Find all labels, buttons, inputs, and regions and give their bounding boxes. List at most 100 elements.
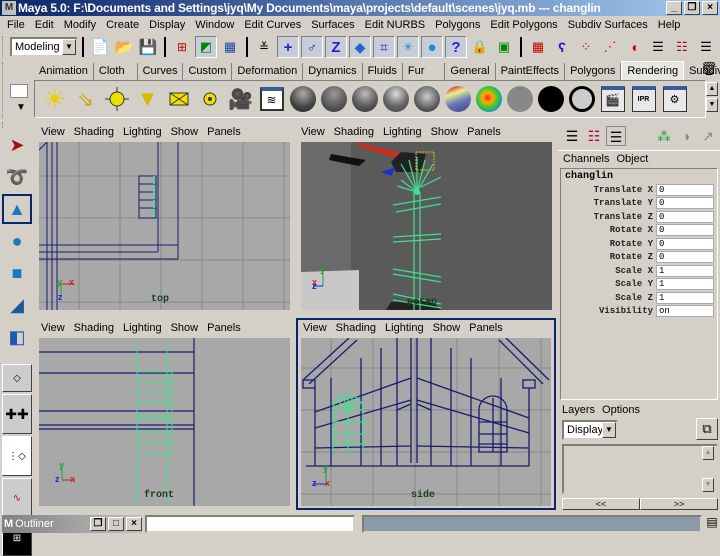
tab-painteffects[interactable]: PaintEffects bbox=[496, 63, 566, 80]
blinn-sphere-icon[interactable] bbox=[288, 84, 318, 114]
separator[interactable] bbox=[520, 37, 522, 57]
menu-window[interactable]: Window bbox=[190, 19, 239, 31]
chevron-down-icon[interactable]: ▼ bbox=[62, 39, 76, 55]
trash-icon[interactable]: 🗑 bbox=[700, 61, 718, 79]
viewport-persp[interactable]: y x z persp bbox=[301, 142, 552, 310]
tab-polygons[interactable]: Polygons bbox=[565, 63, 622, 80]
uv-icon[interactable]: ◖ bbox=[623, 36, 645, 58]
channel-label[interactable]: Translate Z bbox=[561, 212, 656, 222]
menu-show[interactable]: Show bbox=[171, 126, 199, 138]
menu-modify[interactable]: Modify bbox=[59, 19, 101, 31]
lambert-sphere-icon[interactable] bbox=[381, 84, 411, 114]
tab-cloth[interactable]: Cloth bbox=[94, 63, 138, 80]
scroll-down-button[interactable]: ▼ bbox=[706, 98, 718, 112]
tab-animation[interactable]: Animation bbox=[34, 63, 94, 80]
spot-light-icon[interactable]: ▼ bbox=[133, 84, 163, 114]
menu-shading[interactable]: Shading bbox=[334, 126, 374, 138]
select-highlight-icon[interactable]: ▣ bbox=[493, 36, 515, 58]
show-attribute-icon[interactable]: ☷ bbox=[671, 36, 693, 58]
sphere-icon[interactable]: ● bbox=[421, 36, 443, 58]
next-button[interactable]: >> bbox=[640, 498, 718, 510]
magnet-icon[interactable]: ⁘ bbox=[575, 36, 597, 58]
shelf-menu-button[interactable]: ▼ bbox=[10, 84, 32, 118]
viewport-side[interactable]: y z x side bbox=[301, 338, 551, 506]
separator[interactable] bbox=[246, 37, 248, 57]
menu-view[interactable]: View bbox=[41, 126, 65, 138]
help-icon[interactable]: ? bbox=[445, 36, 467, 58]
open-scene-icon[interactable]: 📂 bbox=[113, 36, 135, 58]
layer-scrollbar[interactable]: ▲ ▼ bbox=[702, 446, 716, 492]
close-button[interactable]: × bbox=[702, 1, 718, 15]
menu-options[interactable]: Options bbox=[602, 404, 640, 416]
history-icon[interactable]: ▦ bbox=[527, 36, 549, 58]
channel-value[interactable]: 1 bbox=[656, 278, 714, 291]
show-attribute-icon[interactable]: ☷ bbox=[584, 126, 604, 146]
channel-label[interactable]: Translate Y bbox=[561, 198, 656, 208]
four-pane-icon[interactable]: ✚✚ bbox=[2, 394, 32, 434]
channel-value[interactable]: on bbox=[656, 305, 714, 318]
menu-subdiv-surfaces[interactable]: Subdiv Surfaces bbox=[563, 19, 653, 31]
tab-curves[interactable]: Curves bbox=[138, 63, 184, 80]
snap-grid-icon[interactable]: + bbox=[277, 36, 299, 58]
tab-deformation[interactable]: Deformation bbox=[232, 63, 304, 80]
manipulator-icon[interactable]: ⁂ bbox=[654, 126, 674, 146]
channel-label[interactable]: Rotate Y bbox=[561, 239, 656, 249]
scroll-down-button[interactable]: ▼ bbox=[702, 478, 714, 492]
menu-layers[interactable]: Layers bbox=[562, 404, 595, 416]
chevron-down-icon[interactable]: ▼ bbox=[10, 102, 32, 113]
status-line-grip[interactable] bbox=[2, 36, 6, 58]
channel-value[interactable]: 0 bbox=[656, 224, 714, 237]
menu-display[interactable]: Display bbox=[144, 19, 190, 31]
menu-lighting[interactable]: Lighting bbox=[123, 126, 162, 138]
script-editor-icon[interactable]: ▤ bbox=[704, 515, 720, 533]
scroll-up-button[interactable]: ▲ bbox=[702, 446, 714, 460]
tab-dynamics[interactable]: Dynamics bbox=[303, 63, 363, 80]
pivot-icon[interactable]: ✳ bbox=[397, 36, 419, 58]
snap-point-icon[interactable]: Z bbox=[325, 36, 347, 58]
restore-button[interactable]: ❐ bbox=[90, 517, 106, 531]
show-channels-icon[interactable]: ☰ bbox=[647, 36, 669, 58]
menu-panels[interactable]: Panels bbox=[207, 126, 241, 138]
menu-show[interactable]: Show bbox=[171, 322, 199, 334]
shading-map-icon[interactable] bbox=[505, 84, 535, 114]
separator[interactable] bbox=[164, 37, 166, 57]
tab-general[interactable]: General bbox=[445, 63, 496, 80]
mask-menu-icon[interactable]: ≚ bbox=[253, 36, 275, 58]
menu-polygons[interactable]: Polygons bbox=[430, 19, 485, 31]
channel-label[interactable]: Visibility bbox=[561, 306, 656, 316]
point-light-icon[interactable] bbox=[102, 84, 132, 114]
viewport-top[interactable]: y x z top bbox=[39, 142, 290, 310]
new-layer-button[interactable]: ⧉ bbox=[696, 418, 718, 440]
lasso-tool-icon[interactable]: ➰ bbox=[2, 162, 32, 192]
shelf-grip[interactable] bbox=[2, 62, 6, 118]
move-tool-icon[interactable]: ▲ bbox=[2, 194, 32, 224]
channel-label[interactable]: Rotate X bbox=[561, 225, 656, 235]
menu-surfaces[interactable]: Surfaces bbox=[306, 19, 359, 31]
show-channels-icon[interactable]: ☰ bbox=[562, 126, 582, 146]
new-scene-icon[interactable]: 📄 bbox=[89, 36, 111, 58]
phong-sphere-icon[interactable] bbox=[319, 84, 349, 114]
outliner-persp-icon[interactable]: ⋮◇ bbox=[2, 436, 32, 476]
layer-type-select[interactable]: Display ▼ bbox=[562, 420, 618, 440]
scale-tool-icon[interactable]: ■ bbox=[2, 258, 32, 288]
show-tool-settings-icon[interactable]: ☰ bbox=[606, 126, 626, 146]
layered-shader-icon[interactable] bbox=[474, 84, 504, 114]
arrow-icon[interactable]: ↗ bbox=[698, 126, 718, 146]
viewport-front[interactable]: y z x front bbox=[39, 338, 290, 506]
last-tool-icon[interactable]: ◧ bbox=[2, 322, 32, 352]
close-button[interactable]: × bbox=[126, 517, 142, 531]
object-name[interactable]: changlin bbox=[561, 169, 717, 183]
separator[interactable] bbox=[82, 37, 84, 57]
construction-icon[interactable]: ʕ bbox=[551, 36, 573, 58]
manipulator-tool-icon[interactable]: ◢ bbox=[2, 290, 32, 320]
channel-value[interactable]: 0 bbox=[656, 251, 714, 264]
menu-create[interactable]: Create bbox=[101, 19, 144, 31]
select-object-icon[interactable]: ◩ bbox=[195, 36, 217, 58]
skin-icon[interactable]: ⋰ bbox=[599, 36, 621, 58]
menu-panels[interactable]: Panels bbox=[469, 322, 503, 334]
menu-edit-polygons[interactable]: Edit Polygons bbox=[485, 19, 562, 31]
menu-file[interactable]: File bbox=[2, 19, 30, 31]
rotate-tool-icon[interactable]: ● bbox=[2, 226, 32, 256]
use-background-icon[interactable] bbox=[536, 84, 566, 114]
menu-show[interactable]: Show bbox=[431, 126, 459, 138]
